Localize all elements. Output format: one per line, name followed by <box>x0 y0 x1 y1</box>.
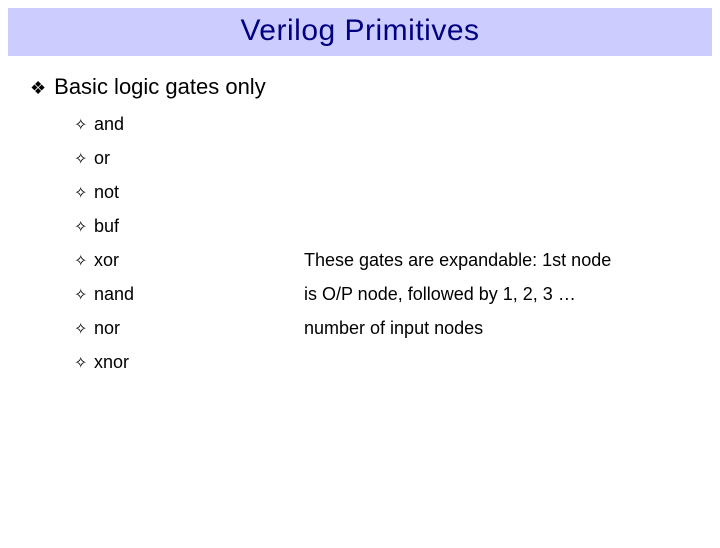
gate-name: and <box>94 114 304 135</box>
plus-bullet-icon: ✧ <box>74 319 94 339</box>
list-item: ✧ xnor <box>74 352 690 373</box>
plus-bullet-icon: ✧ <box>74 251 94 271</box>
gate-name: xnor <box>94 352 304 373</box>
heading-row: ❖ Basic logic gates only <box>30 74 690 100</box>
plus-bullet-icon: ✧ <box>74 217 94 237</box>
gate-name: nor <box>94 318 304 339</box>
list-item: ✧ xor These gates are expandable: 1st no… <box>74 250 690 271</box>
gate-name: not <box>94 182 304 203</box>
plus-bullet-icon: ✧ <box>74 149 94 169</box>
list-item: ✧ not <box>74 182 690 203</box>
gate-name: buf <box>94 216 304 237</box>
list-item: ✧ buf <box>74 216 690 237</box>
gate-name: xor <box>94 250 304 271</box>
gate-name: or <box>94 148 304 169</box>
list-item: ✧ nand is O/P node, followed by 1, 2, 3 … <box>74 284 690 305</box>
title-bar: Verilog Primitives <box>8 8 712 56</box>
plus-bullet-icon: ✧ <box>74 115 94 135</box>
plus-bullet-icon: ✧ <box>74 353 94 373</box>
plus-bullet-icon: ✧ <box>74 183 94 203</box>
gate-desc: These gates are expandable: 1st node <box>304 250 611 271</box>
gate-desc: number of input nodes <box>304 318 483 339</box>
gate-desc: is O/P node, followed by 1, 2, 3 … <box>304 284 576 305</box>
list-item: ✧ nor number of input nodes <box>74 318 690 339</box>
list-item: ✧ or <box>74 148 690 169</box>
slide-title: Verilog Primitives <box>240 14 479 47</box>
gate-list: ✧ and ✧ or ✧ not ✧ buf ✧ xor These gates… <box>74 114 690 373</box>
heading-text: Basic logic gates only <box>54 74 266 100</box>
gate-name: nand <box>94 284 304 305</box>
plus-bullet-icon: ✧ <box>74 285 94 305</box>
list-item: ✧ and <box>74 114 690 135</box>
diamond-bullet-icon: ❖ <box>30 79 46 97</box>
content-area: ❖ Basic logic gates only ✧ and ✧ or ✧ no… <box>0 56 720 373</box>
